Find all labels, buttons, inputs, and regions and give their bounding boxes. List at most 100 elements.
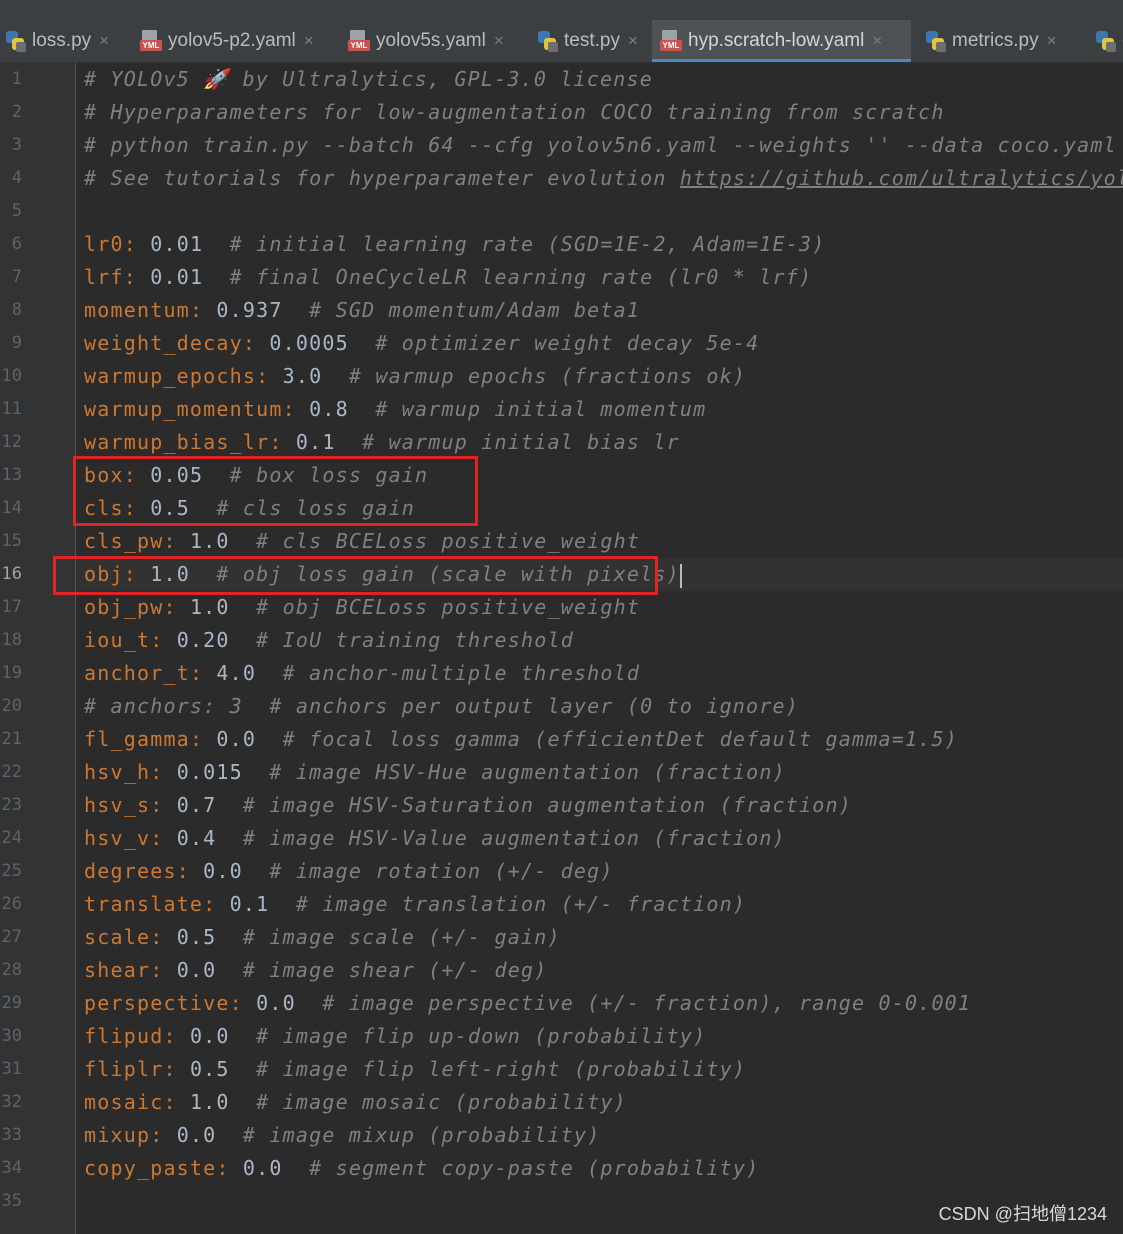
code-line[interactable]: momentum: 0.937 # SGD momentum/Adam beta…: [76, 294, 1123, 327]
code-line[interactable]: scale: 0.5 # image scale (+/- gain): [76, 921, 1123, 954]
comment: # image mixup (probability): [242, 1123, 601, 1147]
yaml-key: warmup_bias_lr: [84, 430, 270, 454]
code-line[interactable]: mosaic: 1.0 # image mosaic (probability): [76, 1086, 1123, 1119]
tab-metrics-py[interactable]: metrics.py ×: [916, 20, 1084, 62]
code-line[interactable]: # Hyperparameters for low-augmentation C…: [76, 96, 1123, 129]
code-line[interactable]: hsv_s: 0.7 # image HSV-Saturation augmen…: [76, 789, 1123, 822]
line-number: 34: [1, 1158, 22, 1178]
code-line[interactable]: perspective: 0.0 # image perspective (+/…: [76, 987, 1123, 1020]
line-number-gutter: 1 2 3 4 5 6 7 8 9 10 11 12 13 14 15 16 17 18 19 20 21 22 23 24 2…: [0, 63, 76, 1234]
yaml-value: 0.937: [216, 298, 283, 322]
code-line[interactable]: mixup: 0.0 # image mixup (probability): [76, 1119, 1123, 1152]
editor-tab-bar: loss.py × YML yolov5-p2.yaml × YML yolov5s.yam…: [0, 20, 1123, 63]
yaml-value: 0.015: [176, 760, 243, 784]
close-icon[interactable]: ×: [1047, 31, 1057, 51]
code-line[interactable]: # YOLOv5 🚀 by Ultralytics, GPL-3.0 licen…: [76, 63, 1123, 96]
line-number: 16: [1, 564, 22, 584]
code-line[interactable]: fl_gamma: 0.0 # focal loss gamma (effici…: [76, 723, 1123, 756]
yaml-value: 0.20: [176, 628, 230, 652]
comment: # image HSV-Value augmentation (fraction…: [242, 826, 786, 850]
yaml-value: 0.1: [295, 430, 336, 454]
code-line[interactable]: lrf: 0.01 # final OneCycleLR learning ra…: [76, 261, 1123, 294]
comment: # cls loss gain: [216, 496, 416, 520]
tab-test-py[interactable]: test.py ×: [528, 20, 648, 62]
code-line[interactable]: copy_paste: 0.0 # segment copy-paste (pr…: [76, 1152, 1123, 1185]
yaml-value: 0.05: [150, 463, 204, 487]
comment: # cls BCELoss positive_weight: [256, 529, 641, 553]
code-line[interactable]: degrees: 0.0 # image rotation (+/- deg): [76, 855, 1123, 888]
code-line[interactable]: warmup_epochs: 3.0 # warmup epochs (frac…: [76, 360, 1123, 393]
code-line[interactable]: hsv_v: 0.4 # image HSV-Value augmentatio…: [76, 822, 1123, 855]
code-line[interactable]: fliplr: 0.5 # image flip left-right (pro…: [76, 1053, 1123, 1086]
comment: # image perspective (+/- fraction), rang…: [322, 991, 972, 1015]
line-number: 7: [11, 267, 22, 287]
yaml-value: 0.0: [189, 1024, 230, 1048]
line-number: 21: [1, 729, 22, 749]
code-line[interactable]: cls: 0.5 # cls loss gain: [76, 492, 1123, 525]
close-icon[interactable]: ×: [99, 31, 109, 51]
code-line[interactable]: anchor_t: 4.0 # anchor-multiple threshol…: [76, 657, 1123, 690]
yaml-value: 0.0: [176, 1123, 217, 1147]
comment: # final OneCycleLR learning rate (lr0 * …: [229, 265, 813, 289]
tab-c[interactable]: c: [1086, 20, 1123, 62]
title-strip: [0, 0, 1123, 20]
comment: # image flip left-right (probability): [256, 1057, 747, 1081]
line-number: 26: [1, 894, 22, 914]
code-line[interactable]: cls_pw: 1.0 # cls BCELoss positive_weigh…: [76, 525, 1123, 558]
close-icon[interactable]: ×: [872, 31, 882, 51]
code-line[interactable]: obj_pw: 1.0 # obj BCELoss positive_weigh…: [76, 591, 1123, 624]
code-line[interactable]: flipud: 0.0 # image flip up-down (probab…: [76, 1020, 1123, 1053]
close-icon[interactable]: ×: [628, 31, 638, 51]
text-caret: [679, 563, 682, 588]
line-number: 24: [1, 828, 22, 848]
colon: :: [150, 826, 177, 850]
colon: :: [176, 859, 204, 883]
yaml-value: 0.5: [176, 925, 217, 949]
code-line[interactable]: [76, 195, 1123, 228]
code-line[interactable]: shear: 0.0 # image shear (+/- deg): [76, 954, 1123, 987]
code-line[interactable]: weight_decay: 0.0005 # optimizer weight …: [76, 327, 1123, 360]
comment-url[interactable]: https://github.com/ultralytics/yolov5#tu…: [680, 166, 1123, 190]
tab-hyp-scratch-low-yaml[interactable]: YML hyp.scratch-low.yaml ×: [652, 20, 911, 62]
code-line[interactable]: # python train.py --batch 64 --cfg yolov…: [76, 129, 1123, 162]
yaml-key: flipud: [84, 1024, 164, 1048]
tab-loss-py[interactable]: loss.py ×: [0, 20, 128, 62]
colon: :: [150, 958, 177, 982]
code-line[interactable]: hsv_h: 0.015 # image HSV-Hue augmentatio…: [76, 756, 1123, 789]
colon: :: [163, 529, 190, 553]
code-line[interactable]: warmup_bias_lr: 0.1 # warmup initial bia…: [76, 426, 1123, 459]
code-line[interactable]: # See tutorials for hyperparameter evolu…: [76, 162, 1123, 195]
code-line[interactable]: box: 0.05 # box loss gain: [76, 459, 1123, 492]
yaml-key: perspective: [84, 991, 230, 1015]
code-line[interactable]: iou_t: 0.20 # IoU training threshold: [76, 624, 1123, 657]
yaml-key: obj: [84, 562, 124, 586]
code-line[interactable]: translate: 0.1 # image translation (+/- …: [76, 888, 1123, 921]
code-editor[interactable]: # YOLOv5 🚀 by Ultralytics, GPL-3.0 licen…: [76, 63, 1123, 1234]
close-icon[interactable]: ×: [494, 31, 504, 51]
yaml-value: 0.0: [242, 1156, 283, 1180]
close-icon[interactable]: ×: [304, 31, 314, 51]
line-number: 23: [1, 795, 22, 815]
tab-yolov5s-yaml[interactable]: YML yolov5s.yaml ×: [340, 20, 524, 62]
colon: :: [163, 1057, 190, 1081]
yaml-key: mixup: [84, 1123, 151, 1147]
colon: :: [123, 562, 151, 586]
comment: # See tutorials for hyperparameter evolu…: [84, 166, 680, 190]
code-line[interactable]: warmup_momentum: 0.8 # warmup initial mo…: [76, 393, 1123, 426]
yaml-value: 0.01: [150, 265, 204, 289]
line-number: 8: [11, 300, 22, 320]
tab-yolov5-p2-yaml[interactable]: YML yolov5-p2.yaml ×: [132, 20, 336, 62]
code-line[interactable]: obj: 1.0 # obj loss gain (scale with pix…: [76, 558, 1123, 591]
code-line[interactable]: # anchors: 3 # anchors per output layer …: [76, 690, 1123, 723]
code-line[interactable]: lr0: 0.01 # initial learning rate (SGD=1…: [76, 228, 1123, 261]
